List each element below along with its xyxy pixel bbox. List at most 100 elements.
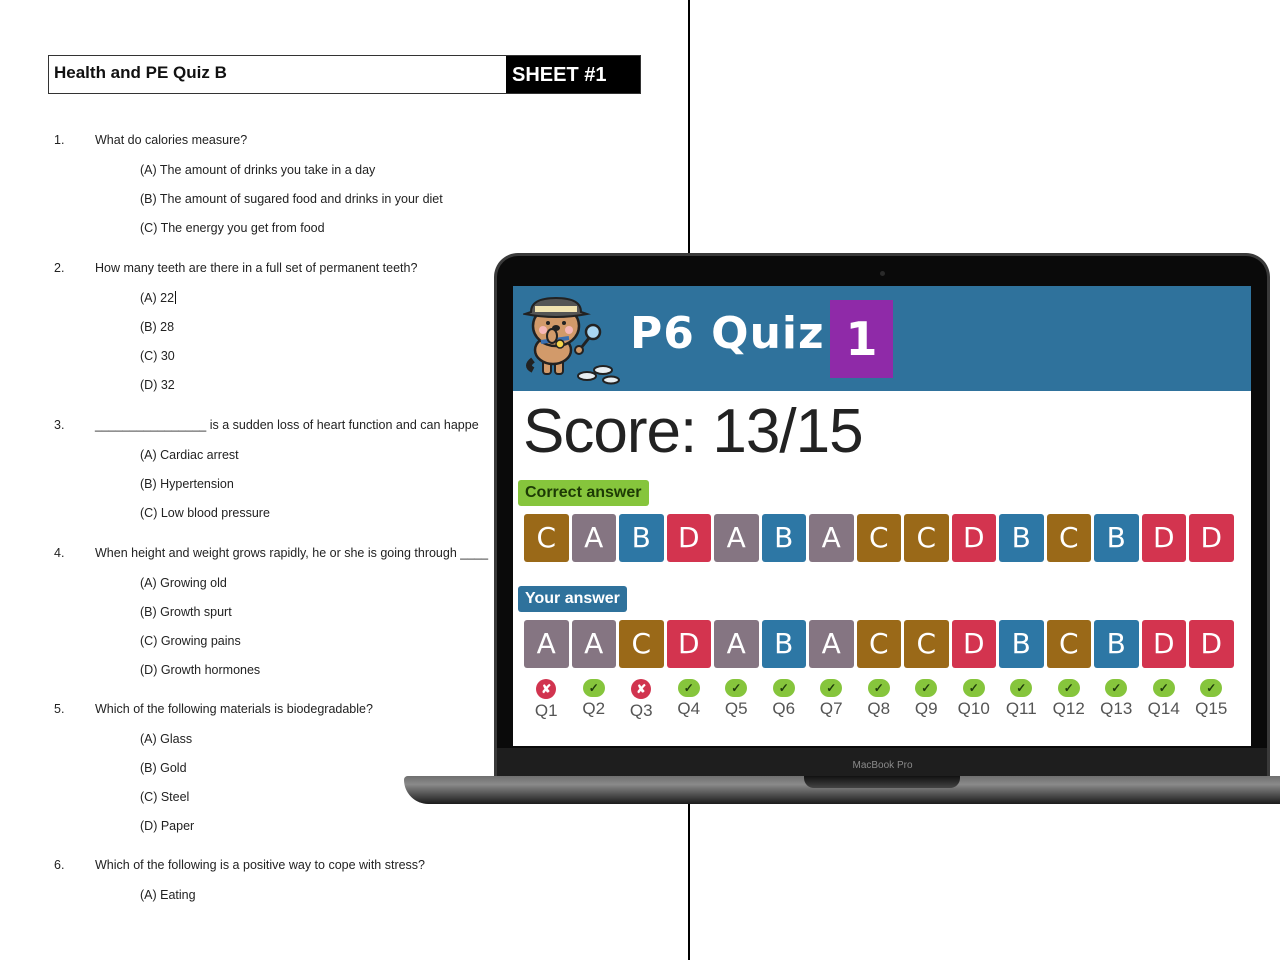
app-title: P6 Quiz [630, 308, 825, 359]
check-icon: ✓ [582, 679, 605, 697]
option-text: (B) Gold [140, 761, 187, 775]
option-text: (D) Paper [140, 819, 195, 833]
score-display: Score: 13/15 [523, 397, 864, 466]
option-text: (C) 30 [140, 349, 175, 363]
answer-option: (C) 30 [140, 348, 176, 377]
answer-option: (C) The energy you get from food [140, 220, 443, 249]
question-label: Q14 [1147, 699, 1180, 718]
your-answer-tile: D [951, 620, 996, 668]
question-text: Which of the following is a positive way… [95, 858, 426, 872]
option-text: (D) 32 [140, 378, 175, 392]
option-text: (A) 22 [140, 291, 175, 305]
question-number: 3. [54, 418, 65, 432]
question-text: What do calories measure? [95, 133, 248, 147]
question-label: Q8 [867, 699, 891, 718]
correct-answer-tile: A [809, 514, 854, 562]
detective-dog-icon [523, 296, 620, 385]
question-text: How many teeth are there in a full set o… [95, 261, 418, 275]
result-item: ✓ Q6 [762, 679, 807, 721]
correct-answer-tile: B [999, 514, 1044, 562]
question-number: 5. [54, 702, 65, 716]
answer-option: (A) Glass [140, 731, 194, 760]
option-text: (B) Hypertension [140, 477, 234, 491]
your-answer-tile: A [714, 620, 759, 668]
laptop-brand-label: MacBook Pro [852, 760, 913, 771]
answer-option: (B) Hypertension [140, 476, 270, 505]
correct-answer-tile: C [524, 514, 569, 562]
option-list: (A) Glass (B) Gold (C) Steel (D) Paper [140, 731, 194, 847]
result-item: ✓ Q9 [904, 679, 949, 721]
option-text: (C) The energy you get from food [140, 221, 325, 235]
answer-option: (A) Growing old [140, 575, 260, 604]
result-item: ✓ Q7 [809, 679, 854, 721]
question-label: Q6 [772, 699, 796, 718]
check-icon: ✓ [677, 679, 700, 697]
cross-icon: ✘ [631, 679, 652, 699]
text-cursor [175, 291, 177, 304]
correct-answer-tile: B [1094, 514, 1139, 562]
answer-option: (C) Steel [140, 789, 194, 818]
answer-option: (B) Gold [140, 760, 194, 789]
option-text: (C) Steel [140, 790, 190, 804]
correct-answer-tile: D [1141, 514, 1186, 562]
question-number: 6. [54, 858, 65, 872]
answer-option: (B) 28 [140, 319, 176, 348]
result-item: ✘ Q3 [619, 679, 664, 721]
option-text: (A) Glass [140, 732, 193, 746]
result-item: ✓ Q11 [999, 679, 1044, 721]
option-text: (C) Low blood pressure [140, 506, 270, 520]
answer-option: (B) Growth spurt [140, 604, 260, 633]
your-answer-tile: C [856, 620, 901, 668]
option-text: (B) 28 [140, 320, 175, 334]
your-answer-tile: A [524, 620, 569, 668]
question-label: Q13 [1100, 699, 1133, 718]
check-icon: ✓ [867, 679, 890, 697]
option-list: (A) Eating [140, 887, 196, 916]
question-number: 2. [54, 261, 65, 275]
result-item: ✓ Q12 [1047, 679, 1092, 721]
answer-option: (D) Paper [140, 818, 194, 847]
option-list: (A) Cardiac arrest (B) Hypertension (C) Lo… [140, 447, 270, 534]
worksheet-title: Health and PE Quiz B [54, 63, 227, 82]
result-item: ✓ Q10 [952, 679, 997, 721]
check-icon: ✓ [1200, 679, 1223, 697]
camera-icon [880, 271, 885, 276]
answer-option: (A) Cardiac arrest [140, 447, 270, 476]
check-icon: ✓ [915, 679, 938, 697]
cross-icon: ✘ [536, 679, 557, 699]
option-text: (D) Growth hormones [140, 663, 261, 677]
option-text: (A) The amount of drinks you take in a d… [140, 163, 376, 177]
your-answer-tile: D [1189, 620, 1234, 668]
correct-answer-tile: B [619, 514, 664, 562]
check-icon: ✓ [962, 679, 985, 697]
answer-option: (A) Eating [140, 887, 196, 916]
your-answer-tile: A [809, 620, 854, 668]
result-item: ✓ Q8 [857, 679, 902, 721]
check-icon: ✓ [1105, 679, 1128, 697]
your-answer-tile: C [1046, 620, 1091, 668]
question-label: Q4 [677, 699, 701, 718]
your-answer-tile: B [1094, 620, 1139, 668]
question-label: Q10 [957, 699, 990, 718]
your-answer-tile: A [571, 620, 616, 668]
answer-option: (C) Growing pains [140, 633, 260, 662]
option-text: (B) Growth spurt [140, 605, 232, 619]
answer-option: (A) 22 [140, 290, 177, 319]
result-item: ✘ Q1 [524, 679, 569, 721]
correct-answer-tile: A [571, 514, 616, 562]
result-marks-row: ✘ Q1 ✓ Q2 ✘ Q3 ✓ Q4 ✓ Q5 ✓ Q6 ✓ Q7 ✓ Q8 ✓ Q9 ✓ Q10 ✓ Q11 ✓ Q12 ✓… [524, 679, 1234, 721]
your-answer-row: AACDABACCDBCBDD [524, 620, 1234, 668]
laptop-notch [804, 776, 960, 788]
option-list: (A) 22 (B) 28 (C) 30 (D) 32 [140, 290, 177, 406]
correct-answer-tile: D [1189, 514, 1234, 562]
quiz-number-badge: 1 [830, 300, 893, 378]
laptop-screen: P6 Quiz 1 Score: 13/15 Correct answer CA… [513, 286, 1251, 746]
answer-option: (D) Growth hormones [140, 662, 260, 691]
your-answer-tile: D [666, 620, 711, 668]
check-icon: ✓ [725, 679, 748, 697]
your-answer-tile: D [1141, 620, 1186, 668]
result-item: ✓ Q13 [1094, 679, 1139, 721]
question-label: Q9 [914, 699, 938, 718]
worksheet-header: Health and PE Quiz B SHEET #1 [48, 55, 641, 94]
question-label: Q7 [819, 699, 843, 718]
